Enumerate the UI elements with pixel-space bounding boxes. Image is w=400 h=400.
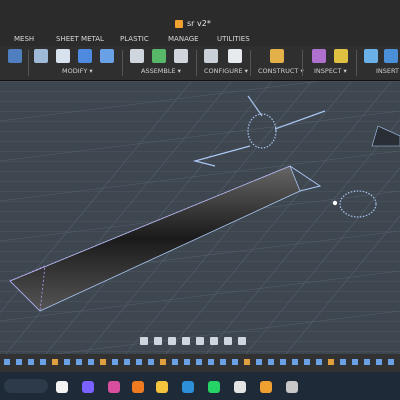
chrome-icon[interactable] [234, 381, 246, 393]
fillet-icon[interactable] [56, 49, 70, 63]
toolbar-separator [122, 50, 123, 76]
start-icon[interactable] [56, 381, 68, 393]
design-canvas[interactable] [0, 81, 400, 354]
timeline-items [4, 359, 394, 365]
document-icon [175, 19, 183, 28]
insert-derive-icon[interactable] [384, 49, 398, 63]
grid-settings-icon[interactable] [224, 337, 232, 345]
timeline[interactable] [0, 354, 400, 372]
zoom-icon[interactable] [182, 337, 190, 345]
joint-icon[interactable] [152, 49, 166, 63]
pan-icon[interactable] [168, 337, 176, 345]
folder-icon[interactable] [156, 381, 168, 393]
game-icon[interactable] [108, 381, 120, 393]
tab-mesh[interactable]: MESH [14, 35, 34, 43]
tab-utilities[interactable]: UTILITIES [217, 35, 250, 43]
title-bar: sr v2* [0, 0, 400, 34]
group-configure[interactable]: CONFIGURE ▾ [204, 67, 248, 75]
table-icon[interactable] [228, 49, 242, 63]
combine-icon[interactable] [100, 49, 114, 63]
viewports-icon[interactable] [238, 337, 246, 345]
sketch-point[interactable] [332, 200, 338, 206]
as-built-joint-icon[interactable] [174, 49, 188, 63]
whatsapp-icon[interactable] [208, 381, 220, 393]
toolbar-separator [302, 50, 303, 76]
settings-icon[interactable] [286, 381, 298, 393]
measure-icon[interactable] [312, 49, 326, 63]
taskbar [0, 372, 400, 400]
interference-icon[interactable] [334, 49, 348, 63]
edge-icon[interactable] [182, 381, 194, 393]
search-box[interactable] [4, 379, 48, 393]
tab-manage[interactable]: MANAGE [168, 35, 199, 43]
document-title-text: sr v2* [187, 19, 211, 28]
tab-sheet-metal[interactable]: SHEET METAL [56, 35, 104, 43]
insert-icon[interactable] [364, 49, 378, 63]
tab-plastic[interactable]: PLASTIC [120, 35, 149, 43]
group-construct[interactable]: CONSTRUCT ▾ [258, 67, 304, 75]
select-icon[interactable] [8, 49, 22, 63]
offset-plane-icon[interactable] [270, 49, 284, 63]
toolbar-separator [196, 50, 197, 76]
fusion-icon[interactable] [260, 381, 272, 393]
toolbar-separator [250, 50, 251, 76]
fit-icon[interactable] [196, 337, 204, 345]
press-pull-icon[interactable] [34, 49, 48, 63]
viewport-svg[interactable] [0, 81, 400, 354]
copilot-icon[interactable] [82, 381, 94, 393]
new-component-icon[interactable] [130, 49, 144, 63]
group-modify[interactable]: MODIFY ▾ [62, 67, 93, 75]
document-title[interactable]: sr v2* [175, 19, 211, 28]
toolbar-separator [356, 50, 357, 76]
shell-icon[interactable] [78, 49, 92, 63]
ribbon-tabs: MESH SHEET METAL PLASTIC MANAGE UTILITIE… [0, 34, 400, 46]
toolbar-separator [28, 50, 29, 76]
navigation-bar [140, 337, 246, 347]
group-insert[interactable]: INSERT [376, 67, 399, 75]
look-at-icon[interactable] [154, 337, 162, 345]
group-assemble[interactable]: ASSEMBLE ▾ [141, 67, 181, 75]
display-settings-icon[interactable] [210, 337, 218, 345]
configure-icon[interactable] [204, 49, 218, 63]
orbit-icon[interactable] [140, 337, 148, 345]
group-inspect[interactable]: INSPECT ▾ [314, 67, 347, 75]
firefox-icon[interactable] [132, 381, 144, 393]
ribbon-toolbar: MODIFY ▾ ASSEMBLE ▾ CONFIGURE ▾ CONSTRUC… [0, 46, 400, 81]
